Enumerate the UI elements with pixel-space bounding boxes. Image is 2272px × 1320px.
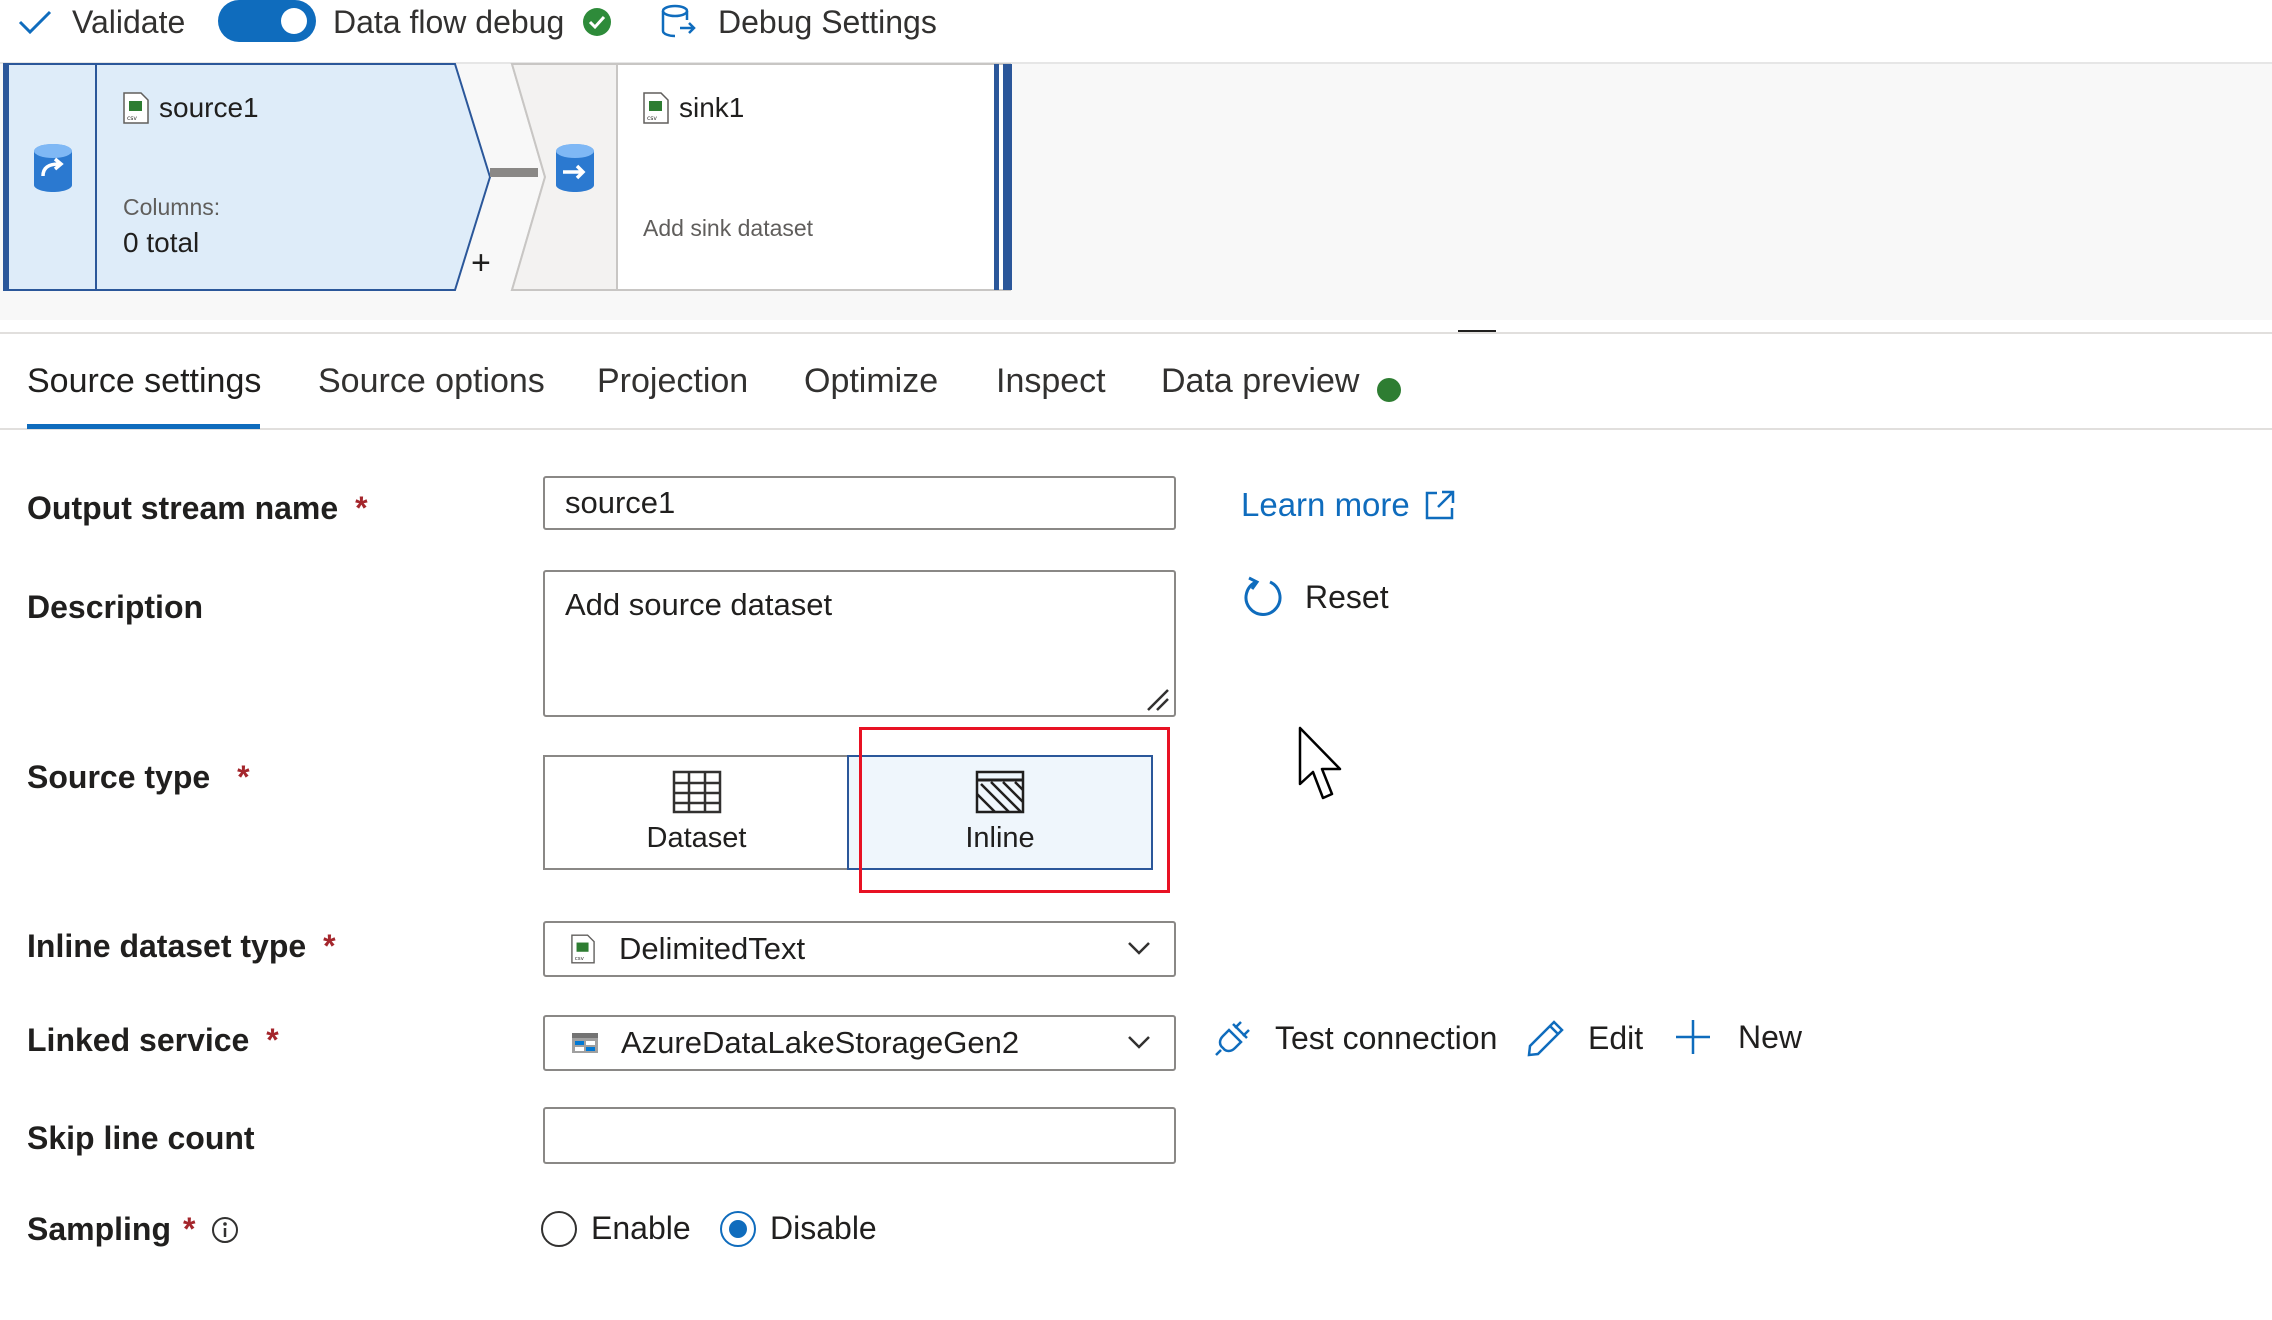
sampling-disable-radio[interactable] xyxy=(720,1210,756,1247)
debug-settings-label: Debug Settings xyxy=(718,3,937,40)
inline-dataset-type-dropdown[interactable]: csv DelimitedText xyxy=(543,921,1176,977)
sampling-enable-option[interactable]: Enable xyxy=(541,1210,691,1247)
inline-dataset-type-label: Inline dataset type * xyxy=(27,928,336,965)
source-columns-label: Columns: xyxy=(123,194,221,220)
required-marker: * xyxy=(237,759,250,795)
new-label: New xyxy=(1738,1018,1803,1055)
sink-node-subtitle: Add sink dataset xyxy=(643,215,814,241)
test-connection-button[interactable]: Test connection xyxy=(1213,1018,1497,1058)
add-transformation-button[interactable]: + xyxy=(471,244,491,283)
learn-more-text: Learn more xyxy=(1241,486,1410,523)
skip-line-count-label: Skip line count xyxy=(27,1120,255,1156)
learn-more-link[interactable]: Learn more xyxy=(1241,486,1456,524)
textarea-resize-grip-icon[interactable] xyxy=(1144,686,1170,712)
pane-splitter-area xyxy=(0,320,2272,332)
svg-text:csv: csv xyxy=(127,115,137,122)
sink-csv-file-icon: csv xyxy=(643,92,669,124)
output-stream-name-label: Output stream name * xyxy=(27,490,368,527)
sampling-label: Sampling * xyxy=(27,1211,239,1248)
svg-text:csv: csv xyxy=(647,115,657,122)
source-type-label: Source type * xyxy=(27,759,250,796)
sampling-disable-option[interactable]: Disable xyxy=(720,1210,877,1247)
sampling-text: Sampling xyxy=(27,1211,172,1247)
required-marker: * xyxy=(183,1211,196,1247)
sampling-disable-label: Disable xyxy=(770,1210,877,1246)
reset-button[interactable]: Reset xyxy=(1243,576,1389,618)
data-flow-debug-label: Data flow debug xyxy=(333,0,612,44)
skip-line-count-input[interactable] xyxy=(543,1107,1176,1164)
debug-settings-button[interactable]: Debug Settings xyxy=(660,0,937,44)
pencil-icon xyxy=(1527,1020,1564,1057)
info-icon[interactable] xyxy=(211,1216,239,1244)
svg-text:csv: csv xyxy=(575,956,585,962)
success-check-icon xyxy=(583,8,612,36)
sampling-enable-label: Enable xyxy=(591,1210,691,1246)
tab-inspect[interactable]: Inspect xyxy=(996,362,1106,401)
required-marker: * xyxy=(323,928,336,964)
tab-optimize[interactable]: Optimize xyxy=(804,362,938,401)
linked-service-value: AzureDataLakeStorageGen2 xyxy=(621,1025,1020,1060)
node-connector xyxy=(490,168,538,177)
source-node-name[interactable]: source1 xyxy=(159,92,259,124)
edit-label: Edit xyxy=(1588,1019,1644,1056)
debug-settings-icon xyxy=(661,4,696,38)
data-preview-status-dot xyxy=(1377,378,1401,402)
active-tab-indicator xyxy=(27,424,260,429)
csv-file-icon: csv xyxy=(571,934,595,964)
data-flow-graph xyxy=(3,63,1012,291)
tab-projection[interactable]: Projection xyxy=(597,362,748,401)
description-textarea[interactable]: Add source dataset xyxy=(543,570,1176,717)
reset-icon xyxy=(1244,576,1282,616)
pane-divider xyxy=(0,332,2272,334)
description-label: Description xyxy=(27,589,204,625)
reset-label: Reset xyxy=(1305,578,1389,615)
inline-dataset-type-text: Inline dataset type xyxy=(27,928,307,964)
dataset-option-label: Dataset xyxy=(646,822,747,854)
source-type-dataset-button[interactable]: Dataset xyxy=(543,755,848,870)
validate-label: Validate xyxy=(72,3,186,40)
tab-source-settings[interactable]: Source settings xyxy=(27,362,261,401)
sink-database-icon xyxy=(556,144,594,192)
plus-icon xyxy=(1676,1020,1710,1054)
mouse-cursor-icon xyxy=(1298,726,1342,800)
required-marker: * xyxy=(355,490,368,526)
chevron-down-icon xyxy=(1128,942,1150,955)
source-columns-value: 0 total xyxy=(123,227,200,258)
new-linked-service-button[interactable]: New xyxy=(1674,1018,1802,1056)
tab-data-preview[interactable]: Data preview xyxy=(1161,362,1359,401)
sampling-enable-radio[interactable] xyxy=(541,1210,577,1247)
external-link-icon xyxy=(1425,490,1455,520)
output-stream-name-text: Output stream name xyxy=(27,490,339,526)
tabs-divider xyxy=(0,428,2272,430)
source-csv-file-icon: csv xyxy=(123,92,149,124)
storage-account-icon xyxy=(572,1033,598,1053)
required-marker: * xyxy=(266,1022,279,1058)
validate-button[interactable]: Validate xyxy=(18,0,185,44)
linked-service-label: Linked service * xyxy=(27,1022,279,1059)
source-type-text: Source type xyxy=(27,759,211,795)
highlight-annotation-box xyxy=(859,727,1170,893)
plug-connection-icon xyxy=(1215,1021,1250,1056)
source-database-icon xyxy=(34,144,72,192)
sink-node-name[interactable]: sink1 xyxy=(679,92,744,124)
inline-dataset-type-value: DelimitedText xyxy=(619,931,806,966)
chevron-down-icon xyxy=(1128,1036,1150,1049)
linked-service-text: Linked service xyxy=(27,1022,250,1058)
linked-service-dropdown[interactable]: AzureDataLakeStorageGen2 xyxy=(543,1015,1176,1071)
output-stream-name-input[interactable] xyxy=(543,476,1176,530)
table-grid-icon xyxy=(672,770,721,814)
data-flow-debug-toggle[interactable] xyxy=(218,0,316,42)
debug-label-text: Data flow debug xyxy=(333,3,565,40)
test-connection-label: Test connection xyxy=(1275,1019,1498,1056)
checkmark-icon xyxy=(18,10,52,35)
tab-source-options[interactable]: Source options xyxy=(318,362,545,401)
edit-linked-service-button[interactable]: Edit xyxy=(1526,1018,1643,1058)
